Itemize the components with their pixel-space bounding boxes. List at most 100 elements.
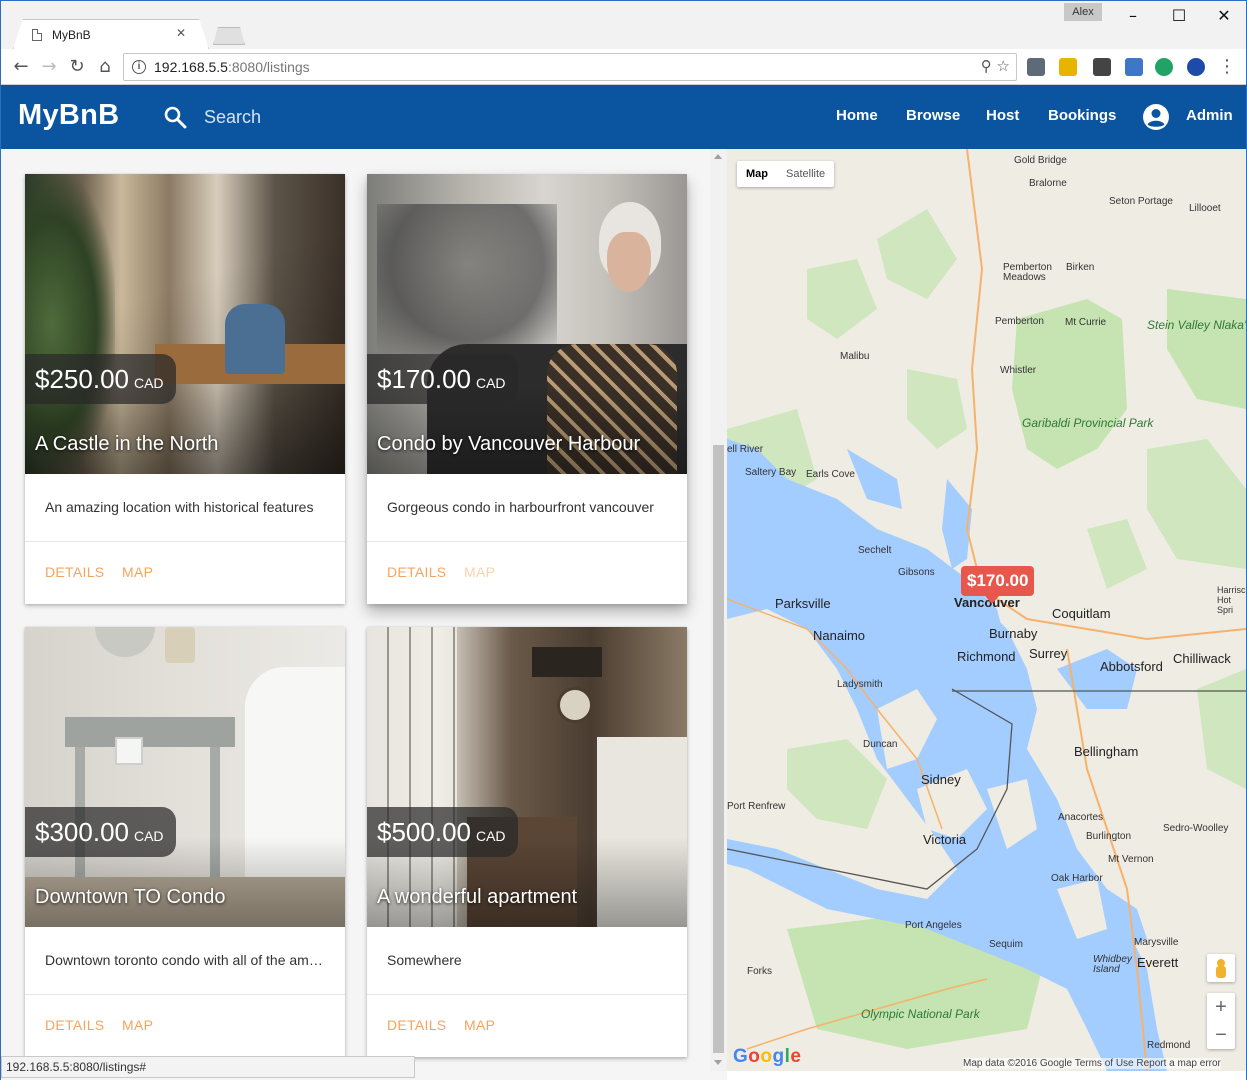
- pegman-icon[interactable]: [1207, 954, 1235, 982]
- calendar-extension-icon[interactable]: [1125, 58, 1143, 76]
- zoom-control[interactable]: + −: [1207, 993, 1235, 1049]
- map-label: Port Angeles: [905, 920, 962, 931]
- brand-logo[interactable]: MyBnB: [18, 99, 119, 132]
- map-label: Sidney: [921, 772, 961, 787]
- map-footer: [727, 1071, 1246, 1080]
- ublock-icon[interactable]: [1027, 58, 1045, 76]
- browser-tab[interactable]: MyBnB ✕: [13, 19, 209, 49]
- map-price-marker[interactable]: $170.00: [961, 566, 1035, 604]
- forward-icon[interactable]: →: [37, 55, 61, 79]
- eyedropper-icon[interactable]: [1093, 58, 1111, 76]
- listings-scrollbar[interactable]: [710, 149, 727, 1071]
- map-label: Abbotsford: [1100, 659, 1163, 674]
- map-label: Chilliwack: [1173, 651, 1231, 666]
- map-button[interactable]: MAP: [122, 1017, 153, 1033]
- map-label: Bellingham: [1074, 744, 1139, 759]
- price-badge: $250.00 CAD: [25, 354, 176, 404]
- map-type-satellite[interactable]: Satellite: [777, 161, 834, 187]
- map-view[interactable]: Map Satellite Gold Bridge Bralorne Seton…: [727, 149, 1246, 1071]
- map-attribution[interactable]: Map data ©2016 Google Terms of Use Repor…: [963, 1058, 1221, 1069]
- price-amount: $300.00: [35, 817, 129, 847]
- bookmark-star-icon[interactable]: ⚲ ☆: [981, 57, 1010, 75]
- map-label: Pemberton: [995, 316, 1044, 327]
- map-label: Malibu: [840, 351, 870, 362]
- title-bar: MyBnB ✕ Alex – ☐ ✕: [1, 1, 1246, 49]
- map-label: Mt Vernon: [1108, 854, 1154, 865]
- map-label: Nanaimo: [813, 628, 866, 643]
- map-label: Port Renfrew: [727, 801, 786, 812]
- map-label: Forks: [747, 966, 772, 977]
- lock-extension-icon[interactable]: [1059, 58, 1077, 76]
- menu-icon[interactable]: ⋮: [1215, 55, 1239, 79]
- listing-card[interactable]: $170.00 CAD Condo by Vancouver Harbour G…: [367, 174, 687, 604]
- map-type-control[interactable]: Map Satellite: [737, 161, 835, 187]
- listing-photo[interactable]: [25, 174, 345, 474]
- account-circle-icon[interactable]: [1142, 103, 1170, 131]
- price-currency: CAD: [475, 828, 506, 844]
- nav-home[interactable]: Home: [836, 107, 878, 124]
- map-label: Redmond: [1147, 1040, 1191, 1051]
- map-label: Mt Currie: [1065, 317, 1107, 328]
- map-button[interactable]: MAP: [464, 564, 495, 580]
- green-extension-icon[interactable]: [1155, 58, 1173, 76]
- minimize-icon[interactable]: –: [1110, 3, 1156, 29]
- price-badge: $300.00 CAD: [25, 807, 176, 857]
- map-label: Coquitlam: [1052, 606, 1111, 621]
- details-button[interactable]: DETAILS: [387, 564, 446, 580]
- back-icon[interactable]: ←: [9, 55, 33, 79]
- listing-photo[interactable]: [367, 627, 687, 927]
- nav-admin[interactable]: Admin: [1186, 107, 1233, 124]
- listing-card[interactable]: $250.00 CAD A Castle in the North An ama…: [25, 174, 345, 604]
- price-badge: $170.00 CAD: [367, 354, 518, 404]
- details-button[interactable]: DETAILS: [45, 1017, 104, 1033]
- address-bar[interactable]: i 192.168.5.5 :8080/listings ⚲ ☆: [123, 53, 1017, 81]
- app-bar: MyBnB Home Browse Host Bookings Admin: [1, 85, 1246, 149]
- listing-photo[interactable]: [25, 627, 345, 927]
- tab-close-icon[interactable]: ✕: [176, 26, 186, 40]
- listing-title: A wonderful apartment: [377, 886, 578, 908]
- scroll-down-icon[interactable]: [714, 1060, 722, 1065]
- shield-extension-icon[interactable]: [1187, 58, 1205, 76]
- listing-card[interactable]: $300.00 CAD Downtown TO Condo Downtown t…: [25, 627, 345, 1057]
- map-label: Pemberton Meadows: [1003, 262, 1052, 283]
- details-button[interactable]: DETAILS: [45, 564, 104, 580]
- listing-description: Somewhere: [387, 952, 462, 968]
- map-type-map[interactable]: Map: [737, 161, 777, 187]
- listing-description: Downtown toronto condo with all of the a…: [45, 952, 327, 968]
- map-label: Burlington: [1086, 831, 1132, 842]
- listing-card[interactable]: $500.00 CAD A wonderful apartment Somewh…: [367, 627, 687, 1057]
- map-label: Whidbey Island: [1093, 954, 1132, 975]
- maximize-icon[interactable]: ☐: [1156, 3, 1202, 29]
- map-button[interactable]: MAP: [122, 564, 153, 580]
- map-label: Sequim: [989, 939, 1023, 950]
- nav-host[interactable]: Host: [986, 107, 1019, 124]
- info-icon[interactable]: i: [132, 60, 146, 74]
- nav-bookings[interactable]: Bookings: [1048, 107, 1116, 124]
- scroll-thumb[interactable]: [713, 445, 724, 1053]
- price-currency: CAD: [133, 375, 164, 391]
- scroll-up-icon[interactable]: [714, 154, 722, 159]
- close-window-icon[interactable]: ✕: [1201, 3, 1247, 29]
- map-label: Duncan: [863, 739, 898, 750]
- map-label: Olympic National Park: [861, 1007, 980, 1021]
- listing-photo[interactable]: [367, 174, 687, 474]
- map-label: Surrey: [1029, 646, 1068, 661]
- map-label: Birken: [1066, 262, 1095, 273]
- reload-icon[interactable]: ↻: [65, 55, 89, 79]
- profile-badge[interactable]: Alex: [1064, 3, 1102, 21]
- zoom-out-button[interactable]: −: [1207, 1021, 1235, 1049]
- details-button[interactable]: DETAILS: [387, 1017, 446, 1033]
- zoom-in-button[interactable]: +: [1207, 993, 1235, 1021]
- map-button[interactable]: MAP: [464, 1017, 495, 1033]
- new-tab-button[interactable]: [213, 27, 245, 45]
- home-icon[interactable]: ⌂: [93, 55, 117, 79]
- card-divider: [25, 994, 345, 995]
- map-label: Anacortes: [1058, 812, 1104, 823]
- map-label: Oak Harbor: [1051, 873, 1103, 884]
- status-bar-url: 192.168.5.5:8080/listings#: [1, 1056, 415, 1078]
- nav-browse[interactable]: Browse: [906, 107, 960, 124]
- map-label: Harrisc Hot Spri: [1217, 585, 1246, 615]
- map-label: Sechelt: [858, 545, 892, 556]
- search-input[interactable]: [204, 103, 404, 131]
- search-icon[interactable]: [163, 105, 187, 129]
